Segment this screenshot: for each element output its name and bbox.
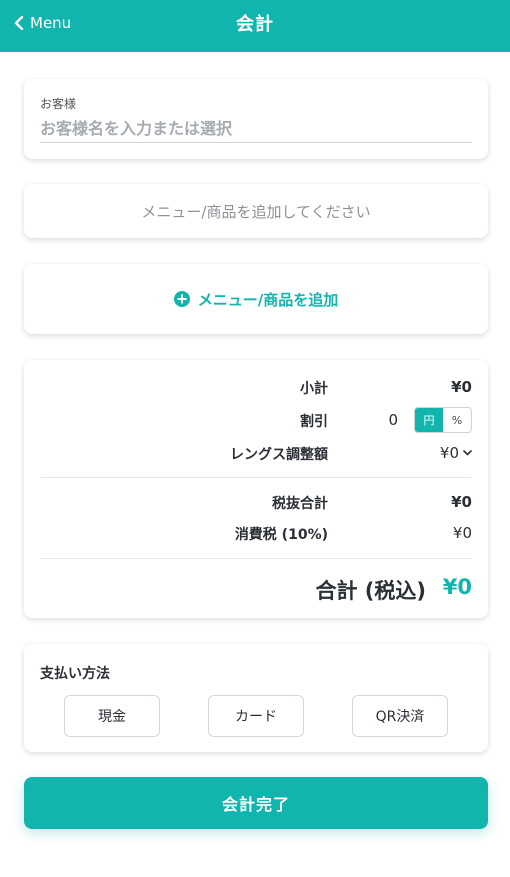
customer-label: お客様: [40, 97, 77, 111]
subtotal-value: ¥0: [451, 378, 472, 396]
payment-cash-button[interactable]: 現金: [64, 695, 160, 737]
customer-card: お客様: [24, 79, 488, 159]
length-adjust-label: レングス調整額: [230, 447, 328, 463]
add-item-content: メニュー/商品を追加: [173, 289, 339, 310]
tax-value: ¥0: [452, 524, 472, 542]
tax-label: 消費税 (10%): [234, 527, 328, 543]
tax-row: 消費税 (10%) ¥0: [40, 524, 472, 548]
discount-amount-input[interactable]: 0: [388, 411, 398, 429]
discount-unit-yen-button[interactable]: 円: [415, 408, 443, 432]
discount-label: 割引: [300, 414, 328, 430]
customer-name-input[interactable]: [40, 115, 472, 143]
pretax-total-value: ¥0: [451, 493, 472, 511]
complete-checkout-button[interactable]: 会計完了: [24, 777, 488, 829]
add-item-label: メニュー/商品を追加: [197, 290, 339, 309]
chevron-down-icon: [463, 450, 472, 456]
payment-card-button[interactable]: カード: [208, 695, 304, 737]
grand-total-row: 合計 (税込) ¥0: [40, 575, 472, 605]
length-adjust-value: ¥0: [439, 444, 459, 462]
plus-circle-icon: [173, 291, 190, 307]
summary-divider: [40, 477, 472, 478]
items-list-card: メニュー/商品を追加してください: [24, 184, 488, 238]
payment-qr-button[interactable]: QR決済: [352, 695, 448, 737]
discount-unit-toggle: 円 %: [414, 407, 472, 433]
total-divider: [40, 558, 472, 559]
pretax-total-label: 税抜合計: [272, 496, 328, 512]
discount-row: 割引 0 円 %: [40, 407, 472, 435]
discount-unit-percent-button[interactable]: %: [443, 408, 471, 432]
subtotal-label: 小計: [300, 381, 328, 397]
app-header: Menu 会計: [0, 0, 510, 52]
grand-total-label: 合計 (税込): [315, 579, 426, 603]
empty-items-message: メニュー/商品を追加してください: [141, 202, 371, 221]
length-adjust-row: レングス調整額 ¥0: [40, 444, 472, 468]
payment-method-card: 支払い方法 現金 カード QR決済: [24, 644, 488, 752]
length-adjust-select[interactable]: ¥0: [440, 444, 472, 462]
summary-card: 小計 ¥0 割引 0 円 % レングス調整額 ¥0 税抜合計 ¥0 消費税 (1…: [24, 360, 488, 618]
add-item-button[interactable]: メニュー/商品を追加: [24, 264, 488, 334]
page-title: 会計: [236, 14, 274, 35]
payment-method-title: 支払い方法: [40, 666, 110, 682]
pretax-total-row: 税抜合計 ¥0: [40, 493, 472, 517]
grand-total-value: ¥0: [442, 575, 472, 599]
subtotal-row: 小計 ¥0: [40, 378, 472, 402]
